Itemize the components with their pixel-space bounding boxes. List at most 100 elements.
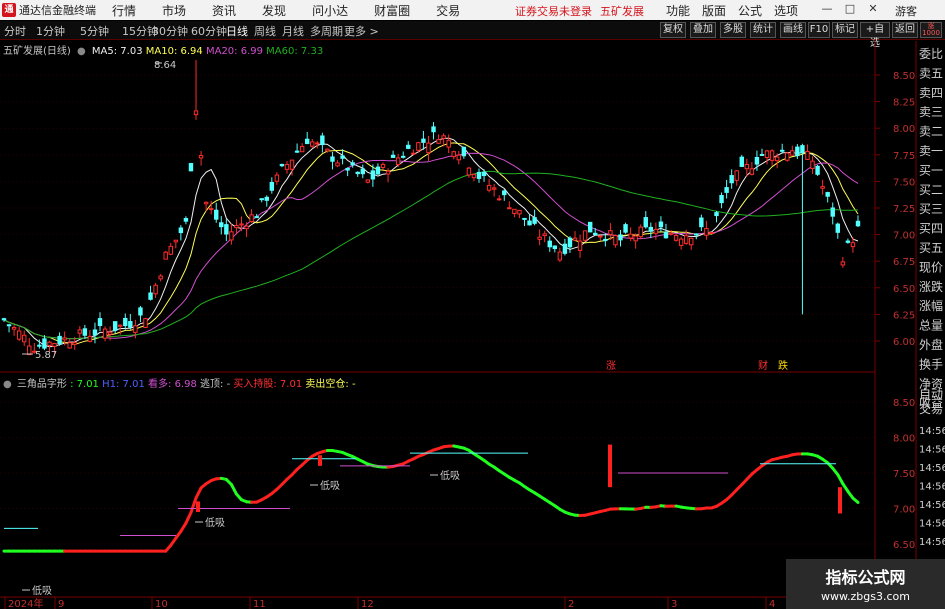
menu-layout[interactable]: 版面 bbox=[702, 2, 726, 19]
trade-time: 14:56 bbox=[919, 537, 945, 548]
stats-button[interactable]: 统计 bbox=[750, 22, 776, 38]
close-icon[interactable]: ✕ bbox=[866, 2, 880, 16]
candle-body bbox=[380, 163, 386, 168]
candle-body bbox=[668, 232, 674, 235]
menu-options[interactable]: 选项 bbox=[774, 2, 798, 19]
candle-body bbox=[486, 184, 492, 191]
maximize-icon[interactable]: □ bbox=[843, 2, 857, 16]
menu-trade[interactable]: 交易 bbox=[436, 2, 460, 19]
candle-body bbox=[118, 324, 123, 327]
candle-body bbox=[709, 231, 714, 234]
candle-body bbox=[461, 146, 467, 157]
trade-time: 14:56 bbox=[919, 426, 945, 437]
candle-body bbox=[62, 337, 67, 341]
candle-body bbox=[785, 152, 790, 161]
period-5min[interactable]: 5分钟 bbox=[80, 23, 109, 39]
overlay-button[interactable]: 叠加 bbox=[690, 22, 716, 38]
candle-body bbox=[623, 224, 628, 233]
candle-body bbox=[345, 167, 350, 171]
candle-body bbox=[830, 207, 835, 217]
dip-label-3: 低吸 bbox=[320, 479, 340, 492]
f10-button[interactable]: F10 bbox=[808, 22, 830, 38]
menu-wealth[interactable]: 财富圈 bbox=[374, 2, 410, 19]
candle-body bbox=[355, 171, 360, 175]
candle-body bbox=[759, 153, 765, 156]
period-multi[interactable]: 多周期 bbox=[310, 23, 343, 39]
candle-body bbox=[67, 342, 72, 349]
add-watchlist-button[interactable]: +自选 bbox=[860, 22, 890, 49]
candle-body bbox=[360, 168, 365, 175]
candle-body bbox=[527, 220, 532, 226]
period-intraday[interactable]: 分时 bbox=[4, 23, 26, 39]
login-notice[interactable]: 证券交易未登录 五矿发展 bbox=[515, 3, 644, 19]
kline-chart[interactable]: 8.50 8.25 8.00 7.75 7.50 7.25 7.00 6.75 6.50 6.25… bbox=[0, 41, 945, 609]
candle-body bbox=[739, 156, 744, 167]
candle-body bbox=[481, 171, 487, 177]
menu-function[interactable]: 功能 bbox=[666, 2, 690, 19]
candle-body bbox=[774, 156, 780, 162]
guest-user[interactable]: 游客 bbox=[895, 3, 917, 19]
period-monthly[interactable]: 月线 bbox=[282, 23, 304, 39]
candle-body bbox=[133, 325, 138, 333]
period-60min[interactable]: 60分钟 bbox=[191, 23, 227, 39]
candle-body bbox=[244, 225, 249, 230]
price-tick: 7.00 bbox=[893, 231, 915, 242]
candle-body bbox=[375, 166, 381, 175]
adjust-button[interactable]: 复权 bbox=[660, 22, 686, 38]
candle-body bbox=[658, 221, 664, 228]
candle-body bbox=[835, 223, 840, 233]
menu-discover[interactable]: 发现 bbox=[262, 2, 286, 19]
candle-body bbox=[203, 201, 209, 205]
period-more[interactable]: 更多 > bbox=[344, 23, 379, 39]
candle-body bbox=[27, 345, 32, 356]
candle-body bbox=[502, 190, 507, 196]
period-daily[interactable]: 日线 bbox=[226, 23, 248, 39]
period-weekly[interactable]: 周线 bbox=[254, 23, 276, 39]
candle-body bbox=[208, 208, 214, 211]
quote-field-label: 买二 bbox=[919, 183, 943, 197]
back-button[interactable]: 返回 bbox=[892, 22, 918, 38]
menu-formula[interactable]: 公式 bbox=[738, 2, 762, 19]
sub-tick: 8.00 bbox=[893, 434, 915, 445]
multi-stock-button[interactable]: 多股 bbox=[720, 22, 746, 38]
candle-body bbox=[547, 240, 552, 248]
candle-body bbox=[102, 328, 108, 339]
period-1min[interactable]: 1分钟 bbox=[36, 23, 65, 39]
peak-high-label: 8.64 bbox=[154, 60, 176, 71]
price-tick: 8.50 bbox=[893, 71, 915, 82]
candle-body bbox=[431, 126, 436, 133]
menu-quotes[interactable]: 行情 bbox=[112, 2, 136, 19]
level2-icon[interactable]: 涨 1000 bbox=[920, 22, 942, 38]
candle-body bbox=[178, 227, 184, 234]
menu-market[interactable]: 市场 bbox=[162, 2, 186, 19]
candle-body bbox=[593, 232, 598, 236]
candle-body bbox=[112, 321, 118, 331]
candle-body bbox=[163, 251, 168, 260]
candle-body bbox=[289, 159, 295, 170]
signal-spike bbox=[838, 487, 842, 514]
candle-body bbox=[390, 154, 396, 158]
price-tick: 6.25 bbox=[893, 310, 915, 321]
candle-body bbox=[815, 165, 820, 175]
candle-body bbox=[840, 261, 846, 266]
mark-button[interactable]: 标记 bbox=[832, 22, 858, 38]
ma60-line bbox=[3, 170, 859, 340]
price-tick: 6.00 bbox=[893, 337, 915, 348]
date-axis: 2024年 9 10 11 12 2 3 4 bbox=[4, 597, 775, 609]
candle-body bbox=[42, 338, 47, 349]
price-tick: 7.75 bbox=[893, 151, 915, 162]
menu-ask[interactable]: 问小达 bbox=[312, 2, 348, 19]
candle-body bbox=[587, 221, 593, 233]
candle-body bbox=[552, 245, 558, 250]
candle-body bbox=[567, 237, 573, 248]
app-logo: 通 bbox=[2, 3, 16, 17]
candle-body bbox=[618, 234, 623, 241]
price-tick: 7.50 bbox=[893, 177, 915, 188]
minimize-icon[interactable]: — bbox=[820, 2, 834, 16]
candle-body bbox=[577, 240, 583, 251]
draw-line-button[interactable]: 画线 bbox=[780, 22, 806, 38]
quote-field-label: 买三 bbox=[919, 202, 943, 216]
candle-body bbox=[128, 321, 133, 328]
menu-news[interactable]: 资讯 bbox=[212, 2, 236, 19]
period-30min[interactable]: 30分钟 bbox=[152, 23, 188, 39]
